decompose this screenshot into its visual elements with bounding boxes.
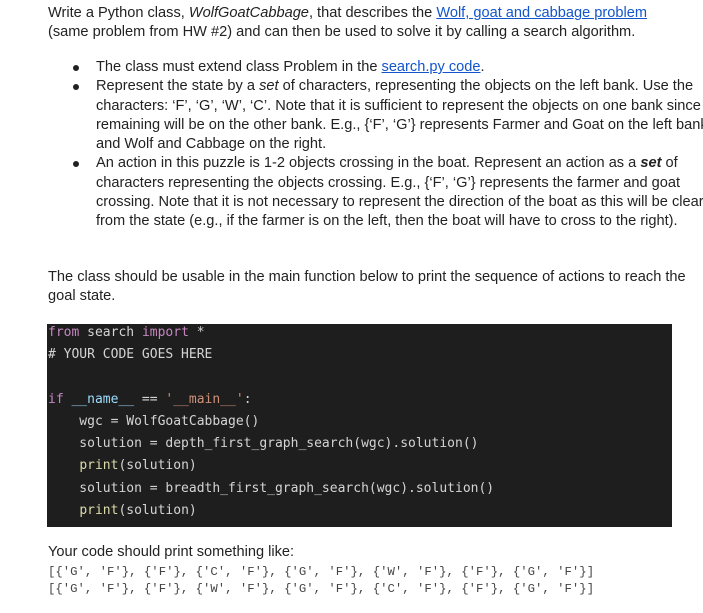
code-text: == — [134, 392, 166, 407]
search-py-link[interactable]: search.py code — [382, 59, 481, 75]
requirements-list: The class must extend class Problem in t… — [48, 58, 703, 232]
code-text: (solution) — [118, 503, 197, 518]
intro-paragraph: Write a Python class, WolfGoatCabbage, t… — [48, 4, 688, 43]
bullet-icon — [73, 161, 79, 168]
keyword: import — [141, 325, 189, 340]
function-name: print — [79, 458, 119, 473]
bullet-text: The class must extend class Problem in t… — [96, 59, 382, 75]
list-item: The class must extend class Problem in t… — [73, 58, 703, 77]
class-name: WolfGoatCabbage — [188, 5, 309, 21]
output-line-2: [{'G', 'F'}, {'F'}, {'W', 'F'}, {'G', 'F… — [48, 582, 595, 596]
list-item: Represent the state by a set of characte… — [73, 77, 703, 154]
bullet-text: . — [480, 59, 485, 75]
emphasis-text: set — [640, 155, 662, 172]
keyword: from — [48, 325, 80, 340]
variable: __name__ — [71, 392, 135, 407]
code-line-9: print(solution) — [48, 502, 197, 520]
bullet-text: Represent the state by a — [96, 78, 260, 95]
code-line-4: if __name__ == '__main__': — [48, 391, 252, 409]
output-line-1: [{'G', 'F'}, {'F'}, {'C', 'F'}, {'G', 'F… — [48, 565, 595, 579]
function-name: print — [79, 503, 119, 518]
code-line-5: wgc = WolfGoatCabbage() — [48, 414, 260, 429]
bullet-text: An action in this puzzle is 1-2 objects … — [96, 155, 641, 172]
code-line-6: solution = depth_first_graph_search(wgc)… — [48, 436, 479, 451]
code-text: : — [243, 392, 252, 407]
wolf-goat-cabbage-link[interactable]: Wolf, goat and cabbage problem — [436, 5, 647, 21]
intro-text-3: (same problem from HW #2) and can then b… — [48, 24, 636, 41]
code-block: from search import * # YOUR CODE GOES HE… — [47, 324, 672, 527]
intro-text-2: , that describes the — [308, 5, 437, 21]
list-item: An action in this puzzle is 1-2 objects … — [73, 154, 703, 231]
code-line-7: print(solution) — [48, 457, 197, 475]
intro-text-1: Write a Python class, — [48, 5, 189, 21]
code-text: search — [79, 325, 142, 340]
emphasis-text: set — [259, 78, 279, 95]
code-line-2: # YOUR CODE GOES HERE — [48, 347, 213, 362]
code-text: (solution) — [118, 458, 197, 473]
code-line-8: solution = breadth_first_graph_search(wg… — [48, 481, 495, 496]
output-label: Your code should print something like: — [48, 544, 295, 560]
bullet-icon — [73, 65, 79, 71]
bullet-icon — [73, 84, 79, 91]
string: '__main__' — [165, 392, 244, 407]
keyword: if — [48, 392, 64, 407]
code-text: * — [188, 325, 205, 340]
usage-paragraph: The class should be usable in the main f… — [48, 269, 686, 305]
code-line-1: from search import * — [48, 324, 205, 342]
